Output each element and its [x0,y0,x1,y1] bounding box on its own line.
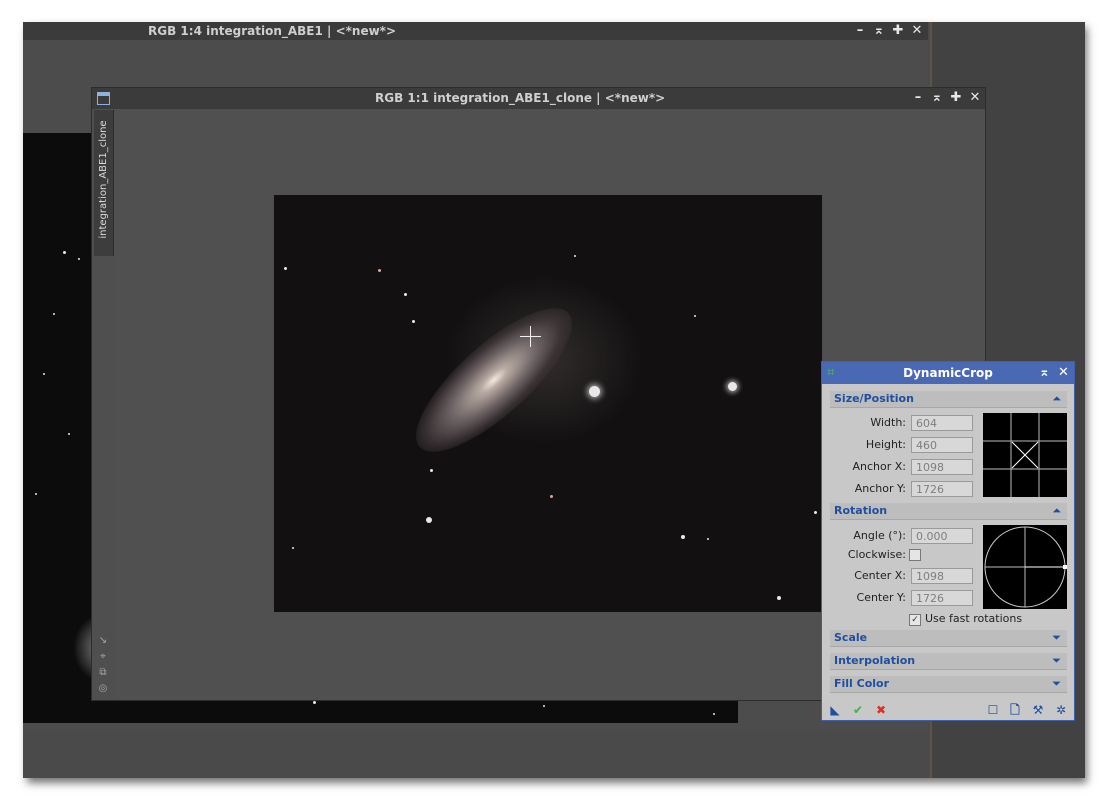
maximize-icon[interactable]: ✚ [949,89,963,107]
crosshair-cursor [520,326,541,347]
section-interpolation[interactable]: Interpolation ⏷ [830,653,1067,670]
script-icon[interactable]: 🗋 [1008,703,1022,717]
close-icon[interactable]: ✕ [1058,362,1069,384]
star [43,373,45,375]
width-label: Width: [870,416,906,429]
front-window-title: RGB 1:1 integration_ABE1_clone | <*new*> [375,91,666,105]
maximize-icon[interactable]: ✚ [891,22,905,40]
arrow-down-right-icon[interactable]: ↘ [97,635,109,647]
width-field[interactable]: 604 [911,415,973,431]
anchor-x-field[interactable]: 1098 [911,459,973,475]
center-y-label: Center Y: [856,591,906,604]
minimize-icon[interactable]: – [853,22,867,40]
star [574,255,576,257]
center-x-field[interactable]: 1098 [911,568,973,584]
dynamic-crop-title: DynamicCrop [903,366,993,380]
star [412,320,415,323]
star [292,547,294,549]
shade-icon[interactable]: ⌅ [1039,362,1050,384]
star [589,386,600,397]
view-tab-label: integration_ABE1_clone [98,120,109,239]
cancel-icon[interactable]: ✖ [874,703,888,717]
star [78,258,80,260]
section-size-position[interactable]: Size/Position ⏶ [830,391,1067,408]
star [63,251,66,254]
height-label: Height: [865,438,906,451]
star [728,382,737,391]
section-label: Rotation [834,504,888,517]
shade-icon[interactable]: ⌅ [930,89,944,107]
close-icon[interactable]: ✕ [968,89,982,107]
dynamic-crop-panel[interactable]: ⌗ DynamicCrop ⌅ ✕ Size/Position ⏶ Width:… [821,361,1075,721]
collapse-icon[interactable]: ⏶ [1052,503,1061,519]
section-label: Scale [834,631,868,644]
view-tab[interactable]: integration_ABE1_clone [94,110,114,256]
fast-rotations-label: Use fast rotations [925,612,1023,625]
section-label: Size/Position [834,392,914,405]
expand-icon[interactable]: ⏷ [1052,653,1061,669]
star [543,705,545,707]
star [313,701,316,704]
collapse-icon[interactable]: ⏶ [1052,391,1061,407]
preferences-icon[interactable]: ⚒ [1031,703,1045,717]
fast-rotations-checkbox[interactable]: ✓ [909,614,921,626]
fit-view-icon[interactable]: ⌖ [97,651,109,663]
anchor-y-label: Anchor Y: [854,482,906,495]
star [681,535,685,539]
back-window-titlebar[interactable]: RGB 1:4 integration_ABE1 | <*new*> – ⌅ ✚… [23,22,928,40]
minimize-icon[interactable]: – [911,89,925,107]
center-y-field[interactable]: 1726 [911,590,973,606]
angle-label: Angle (°): [853,529,906,542]
expand-icon[interactable]: ⏷ [1052,676,1061,692]
star [35,493,37,495]
dynamic-crop-titlebar[interactable]: ⌗ DynamicCrop ⌅ ✕ [822,362,1074,384]
new-instance-icon[interactable]: ◣ [828,703,842,717]
rotation-preview[interactable] [983,525,1067,609]
window-icon[interactable] [97,92,110,105]
star [550,495,553,498]
size-position-preview[interactable] [983,413,1067,497]
star [426,517,432,523]
clone-view-icon[interactable]: ⧉ [97,667,109,679]
star [694,315,696,317]
center-x-label: Center X: [854,569,906,582]
star [68,433,70,435]
reset-icon[interactable]: ✲ [1054,703,1068,717]
section-rotation[interactable]: Rotation ⏶ [830,503,1067,520]
star [284,267,287,270]
star [53,313,55,315]
target-icon[interactable]: ◎ [97,683,109,695]
star [777,596,781,600]
height-field[interactable]: 460 [911,437,973,453]
browse-documentation-icon[interactable]: ☐ [986,703,1000,717]
anchor-x-label: Anchor X: [852,460,906,473]
front-window-titlebar[interactable]: RGB 1:1 integration_ABE1_clone | <*new*>… [92,88,985,109]
back-window-title: RGB 1:4 integration_ABE1 | <*new*> [148,24,397,38]
execute-icon[interactable]: ✔ [851,703,865,717]
shade-icon[interactable]: ⌅ [872,22,886,40]
section-label: Interpolation [834,654,916,667]
star [713,713,715,715]
star [430,469,433,472]
star [814,511,817,514]
clockwise-label: Clockwise: [847,548,906,561]
astro-image[interactable] [274,195,822,612]
clockwise-checkbox[interactable] [909,549,921,561]
close-icon[interactable]: ✕ [910,22,924,40]
section-label: Fill Color [834,677,890,690]
star [404,293,407,296]
section-scale[interactable]: Scale ⏷ [830,630,1067,647]
anchor-y-field[interactable]: 1726 [911,481,973,497]
expand-icon[interactable]: ⏷ [1052,630,1061,646]
star [707,538,709,540]
section-fill-color[interactable]: Fill Color ⏷ [830,676,1067,693]
star [378,269,381,272]
angle-field[interactable]: 0.000 [911,528,973,544]
